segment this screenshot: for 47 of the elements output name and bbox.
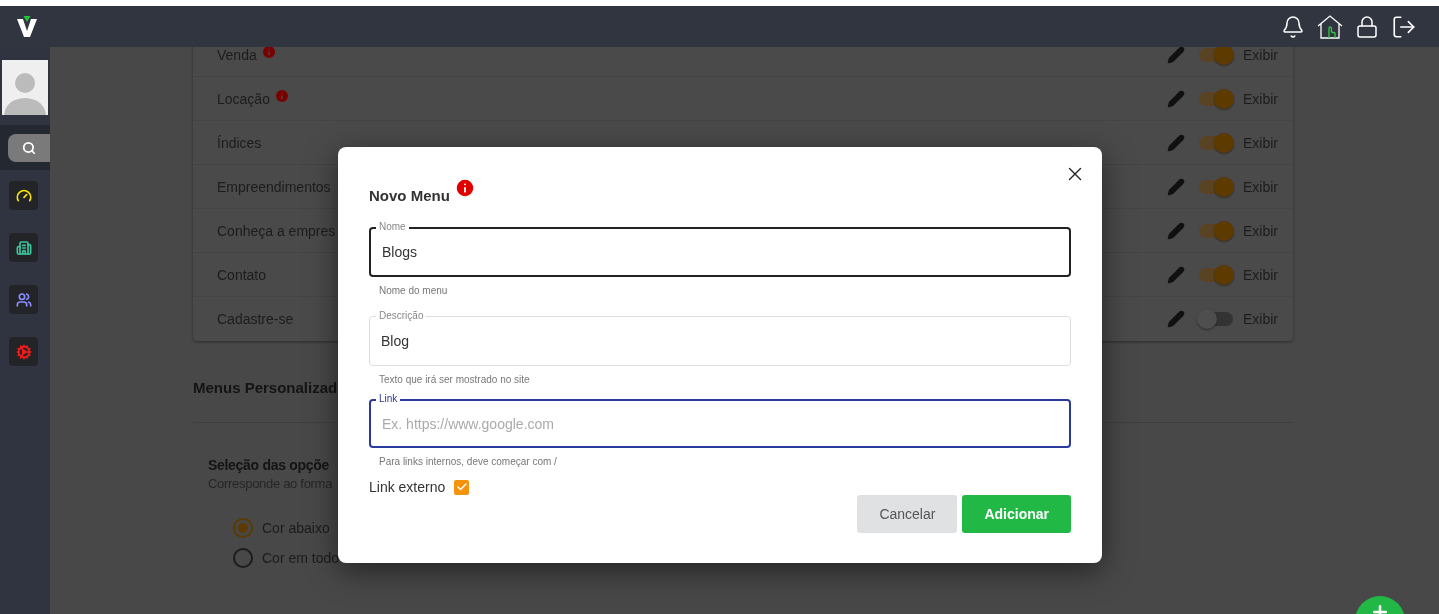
gear-icon — [15, 343, 32, 360]
bell-icon[interactable] — [1281, 14, 1305, 39]
house-icon[interactable] — [1317, 14, 1343, 39]
avatar-silhouette — [2, 60, 48, 115]
edit-icon[interactable] — [1167, 310, 1185, 328]
edit-icon[interactable] — [1167, 89, 1185, 108]
users-button[interactable] — [9, 285, 38, 314]
edit-icon[interactable] — [1167, 221, 1185, 240]
toggle-switch[interactable] — [1199, 220, 1235, 241]
text-input[interactable]: Blog — [379, 332, 1070, 350]
building-icon — [15, 239, 32, 256]
text-input[interactable]: Ex. https://www.google.com — [380, 414, 1069, 433]
helper-text: Para links internos, deve começar com / — [379, 456, 557, 467]
toggle-switch[interactable] — [1199, 47, 1235, 65]
search-icon — [22, 140, 36, 155]
toggle-switch[interactable] — [1199, 132, 1235, 153]
edit-icon[interactable] — [1167, 177, 1185, 196]
gauge-icon — [15, 187, 32, 204]
search-button[interactable] — [8, 133, 50, 162]
dialog-title: Novo Menu — [369, 187, 450, 204]
info-icon — [453, 177, 476, 199]
lock-icon[interactable] — [1355, 14, 1379, 39]
cogs-button[interactable] — [9, 337, 38, 366]
cancel-button[interactable]: Cancelar — [857, 495, 958, 533]
checkbox[interactable] — [454, 479, 470, 495]
edit-icon[interactable] — [1167, 265, 1185, 284]
edit-icon[interactable] — [1167, 133, 1185, 152]
toggle-switch[interactable] — [1199, 176, 1235, 197]
buildings-button[interactable] — [9, 233, 38, 262]
radio-button[interactable] — [233, 518, 253, 538]
toggle-switch[interactable] — [1199, 88, 1235, 109]
logout-icon[interactable] — [1391, 13, 1417, 40]
helper-text: Texto que irá ser mostrado no site — [379, 374, 530, 385]
field-label: Descrição — [376, 310, 427, 322]
check-icon — [455, 481, 468, 493]
radio-button[interactable] — [233, 548, 253, 568]
field-label: Nome — [376, 221, 409, 233]
edit-icon[interactable] — [1167, 47, 1185, 64]
helper-text: Nome do menu — [379, 285, 448, 296]
users-icon — [15, 291, 32, 308]
gauge-button[interactable] — [9, 181, 38, 210]
field-label: Link — [376, 393, 401, 405]
toggle-switch[interactable] — [1199, 309, 1235, 329]
text-input[interactable]: Blogs — [380, 243, 1069, 261]
logo-icon — [16, 15, 38, 38]
toggle-switch[interactable] — [1199, 264, 1235, 285]
checkbox-label: Link externo — [369, 479, 446, 495]
